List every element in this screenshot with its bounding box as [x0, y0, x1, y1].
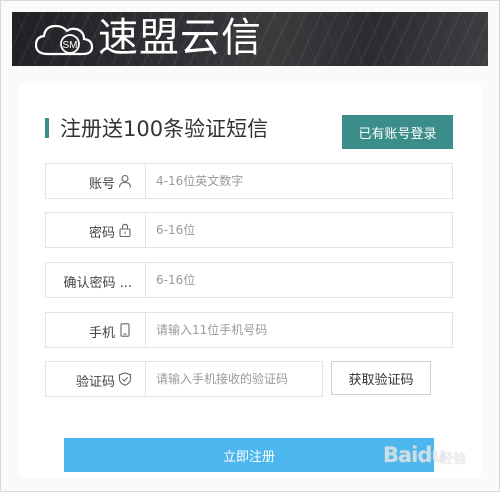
lock-icon — [119, 223, 131, 237]
cloud-logo-icon: SM — [34, 24, 94, 56]
password-label: 密码 — [88, 226, 115, 241]
password-input[interactable] — [146, 213, 452, 247]
baidu-watermark: Baidu 经验 — [383, 438, 483, 472]
title-accent-bar — [45, 118, 49, 138]
account-row: 账号 — [45, 163, 453, 199]
brand-name: 速盟云信 — [98, 15, 262, 61]
shield-check-icon — [118, 372, 132, 386]
logo-mark: SM — [63, 40, 78, 51]
confirm-password-label-cell: 确认密码 ... — [46, 263, 146, 297]
verification-code-row: 验证码 — [45, 361, 323, 397]
verification-code-label-cell: 验证码 — [46, 362, 146, 396]
verification-code-input[interactable] — [146, 362, 322, 396]
user-icon — [118, 174, 132, 188]
mobile-label-cell: 手机 — [46, 313, 146, 347]
header-banner: SM 速盟云信 — [12, 12, 488, 66]
register-now-button[interactable]: 立即注册 — [64, 438, 434, 472]
account-input[interactable] — [146, 164, 452, 198]
watermark-baidu-text: Baidu — [383, 443, 446, 467]
confirm-password-label: 确认密码 ... — [63, 276, 132, 291]
get-code-button[interactable]: 获取验证码 — [331, 361, 431, 395]
password-label-cell: 密码 — [46, 213, 146, 247]
account-label: 账号 — [88, 177, 115, 192]
watermark-jingyan-text: 经验 — [440, 452, 467, 467]
account-label-cell: 账号 — [46, 164, 146, 198]
have-account-login-button[interactable]: 已有账号登录 — [342, 115, 453, 149]
mobile-row: 手机 — [45, 312, 453, 348]
mobile-input[interactable] — [146, 313, 452, 347]
password-row: 密码 — [45, 212, 453, 248]
mobile-label: 手机 — [88, 326, 115, 341]
confirm-password-input[interactable] — [146, 263, 452, 297]
form-title: 注册送100条验证短信 — [60, 117, 269, 141]
confirm-password-row: 确认密码 ... — [45, 262, 453, 298]
mobile-icon — [120, 323, 130, 337]
verification-code-label: 验证码 — [75, 375, 115, 390]
